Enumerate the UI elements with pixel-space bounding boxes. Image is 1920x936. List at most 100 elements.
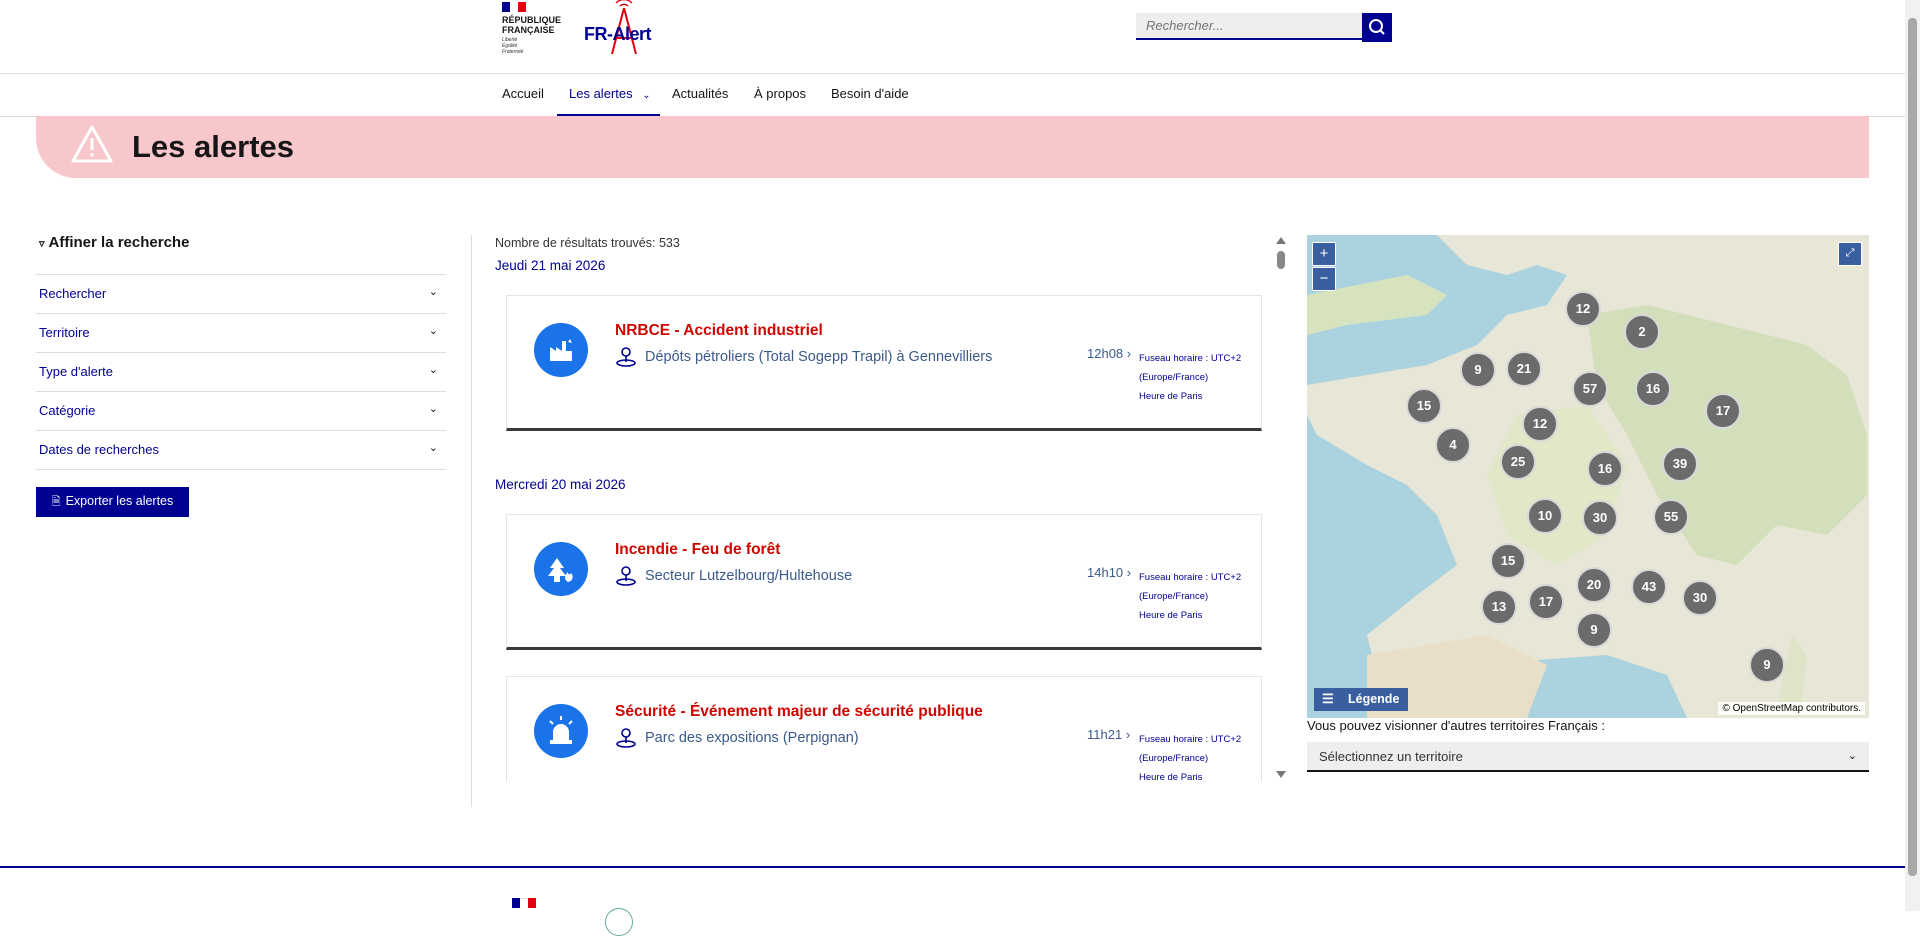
fr-alert-logo[interactable]: FR-Alert xyxy=(582,0,662,56)
map-cluster[interactable]: 16 xyxy=(1635,371,1671,407)
map-cluster[interactable]: 17 xyxy=(1528,584,1564,620)
map-cluster[interactable]: 10 xyxy=(1527,498,1563,534)
filter-title: ▿ Affiner la recherche xyxy=(39,234,189,251)
map-cluster[interactable]: 12 xyxy=(1522,406,1558,442)
nav-item-accueil[interactable]: Accueil xyxy=(502,74,544,116)
filter-type-alerte[interactable]: Type d'alerte ⌄ xyxy=(36,352,446,391)
alert-title[interactable]: Sécurité - Événement majeur de sécurité … xyxy=(615,703,983,721)
nav-item-les-alertes[interactable]: Les alertes ⌄ xyxy=(557,74,660,116)
alert-location: Dépôts pétroliers (Total Sogepp Trapil) … xyxy=(615,346,992,368)
alert-location-text: Parc des expositions (Perpignan) xyxy=(645,729,859,746)
alert-card[interactable]: Sécurité - Événement majeur de sécurité … xyxy=(506,676,1262,782)
rf-logo-line-2: FRANÇAISE xyxy=(502,25,555,35)
alert-card[interactable]: Incendie - Feu de forêt Secteur Lutzelbo… xyxy=(506,514,1262,650)
map-cluster[interactable]: 4 xyxy=(1435,427,1471,463)
alerts-map[interactable]: + − ⤢ 12 2 9 21 57 16 15 12 17 4 25 16 3… xyxy=(1307,235,1869,718)
nav-item-besoin-aide[interactable]: Besoin d'aide xyxy=(831,74,909,116)
fullscreen-icon[interactable]: ⤢ xyxy=(1838,242,1862,266)
chevron-down-icon: ⌄ xyxy=(428,403,438,415)
alert-time-text: 12h08 xyxy=(1087,346,1124,361)
filter-categorie[interactable]: Catégorie ⌄ xyxy=(36,391,446,430)
map-cluster[interactable]: 12 xyxy=(1565,291,1601,327)
chevron-right-icon: › xyxy=(1125,727,1131,742)
filter-territoire[interactable]: Territoire ⌄ xyxy=(36,313,446,352)
page-scroll-thumb[interactable] xyxy=(1908,18,1917,876)
alert-time-text: 14h10 xyxy=(1087,565,1124,580)
nav-item-a-propos[interactable]: À propos xyxy=(754,74,806,116)
map-cluster[interactable]: 25 xyxy=(1500,444,1536,480)
chevron-down-icon: ⌄ xyxy=(642,90,651,101)
map-attribution[interactable]: © OpenStreetMap contributors. xyxy=(1718,702,1865,715)
page-banner: Les alertes xyxy=(36,116,1869,178)
map-cluster[interactable]: 30 xyxy=(1582,500,1618,536)
map-cluster[interactable]: 30 xyxy=(1682,580,1718,616)
map-cluster[interactable]: 16 xyxy=(1587,451,1623,487)
map-cluster[interactable]: 17 xyxy=(1705,393,1741,429)
map-caption: Vous pouvez visionner d'autres territoir… xyxy=(1307,718,1606,733)
chevron-down-icon: ⌄ xyxy=(1847,750,1857,762)
zoom-out-button[interactable]: − xyxy=(1312,267,1336,291)
page-scrollbar[interactable] xyxy=(1905,0,1920,911)
map-cluster[interactable]: 55 xyxy=(1653,499,1689,535)
filter-title-label: Affiner la recherche xyxy=(48,234,190,251)
filter-funnel-icon: ▿ xyxy=(39,238,45,250)
tz-line: Heure de Paris xyxy=(1139,391,1203,402)
search-bar xyxy=(1136,13,1392,42)
alert-card[interactable]: NRBCE - Accident industriel Dépôts pétro… xyxy=(506,295,1262,431)
nav-item-actualites[interactable]: Actualités xyxy=(672,74,728,116)
map-cluster[interactable]: 13 xyxy=(1481,589,1517,625)
republique-francaise-logo[interactable]: RÉPUBLIQUE FRANÇAISE Liberté Égalité Fra… xyxy=(502,2,564,56)
alert-title[interactable]: NRBCE - Accident industriel xyxy=(615,322,823,340)
chevron-down-icon: ⌄ xyxy=(428,442,438,454)
site-header: RÉPUBLIQUE FRANÇAISE Liberté Égalité Fra… xyxy=(0,0,1905,74)
filter-label: Rechercher xyxy=(39,286,107,301)
alert-timezone: Fuseau horaire : UTC+2 (Europe/France) H… xyxy=(1139,730,1241,782)
filter-label: Catégorie xyxy=(39,403,96,418)
alert-location-text: Secteur Lutzelbourg/Hultehouse xyxy=(645,567,853,584)
alert-time[interactable]: 14h10 › xyxy=(1087,565,1131,580)
map-cluster[interactable]: 21 xyxy=(1506,351,1542,387)
export-alerts-button[interactable]: 🗎 Exporter les alertes xyxy=(36,487,189,517)
results-scrollbar[interactable] xyxy=(1275,235,1287,783)
map-cluster[interactable]: 15 xyxy=(1406,388,1442,424)
alert-location-text: Dépôts pétroliers (Total Sogepp Trapil) … xyxy=(645,348,993,365)
chevron-down-icon: ⌄ xyxy=(428,325,438,337)
map-cluster[interactable]: 9 xyxy=(1749,647,1785,683)
footer-logo-circle-icon xyxy=(605,908,633,936)
map-cluster[interactable]: 20 xyxy=(1576,567,1612,603)
map-cluster[interactable]: 9 xyxy=(1460,352,1496,388)
tz-line: Fuseau horaire : UTC+2 xyxy=(1139,353,1242,364)
chevron-down-icon: ⌄ xyxy=(428,364,438,376)
alert-location: Parc des expositions (Perpignan) xyxy=(615,727,859,749)
zoom-in-button[interactable]: + xyxy=(1312,242,1336,266)
document-icon: 🗎 xyxy=(51,495,61,508)
map-cluster[interactable]: 57 xyxy=(1572,371,1608,407)
map-cluster[interactable]: 2 xyxy=(1624,314,1660,350)
alert-location: Secteur Lutzelbourg/Hultehouse xyxy=(615,565,852,587)
map-cluster[interactable]: 39 xyxy=(1662,446,1698,482)
scroll-up-arrow[interactable] xyxy=(1276,237,1286,244)
location-pin-icon xyxy=(616,728,636,748)
map-cluster[interactable]: 9 xyxy=(1576,612,1612,648)
filter-rechercher[interactable]: Rechercher ⌄ xyxy=(36,274,446,313)
map-cluster[interactable]: 15 xyxy=(1490,543,1526,579)
location-pin-icon xyxy=(616,566,636,586)
legend-button[interactable]: ☰ Légende xyxy=(1314,688,1408,711)
alert-time[interactable]: 12h08 › xyxy=(1087,346,1131,361)
alert-title[interactable]: Incendie - Feu de forêt xyxy=(615,541,780,559)
list-icon: ☰ xyxy=(1322,691,1334,706)
territory-select[interactable]: Sélectionnez un territoire ⌄ xyxy=(1307,742,1869,772)
chevron-down-icon: ⌄ xyxy=(428,286,438,298)
filter-dates[interactable]: Dates de recherches ⌄ xyxy=(36,430,446,470)
filter-label: Dates de recherches xyxy=(39,442,159,457)
scroll-down-arrow[interactable] xyxy=(1276,771,1286,778)
location-pin-icon xyxy=(616,347,636,367)
alert-time[interactable]: 11h21 › xyxy=(1087,727,1130,742)
chevron-right-icon: › xyxy=(1126,346,1132,361)
search-input[interactable] xyxy=(1136,13,1362,40)
export-label: Exporter les alertes xyxy=(65,493,174,508)
search-button[interactable] xyxy=(1362,13,1392,42)
map-cluster[interactable]: 43 xyxy=(1631,569,1667,605)
tz-line: Fuseau horaire : UTC+2 xyxy=(1139,572,1242,583)
scroll-thumb[interactable] xyxy=(1277,251,1285,269)
